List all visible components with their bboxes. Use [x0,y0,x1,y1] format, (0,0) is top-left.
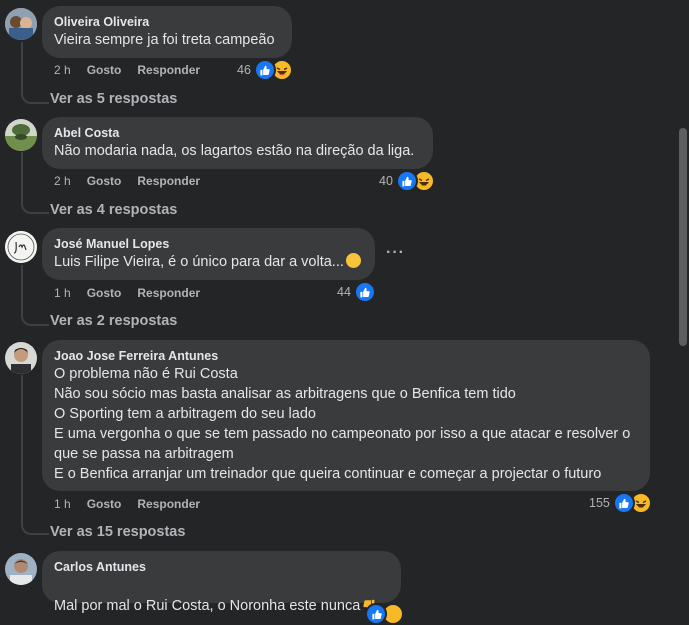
thread-curve [21,88,49,104]
avatar-photo-icon [5,119,37,151]
reaction-count: 46 [237,63,251,77]
thread-line [21,265,23,312]
comment-text-content: Mal por mal o Rui Costa, o Noronha este … [54,598,361,614]
comment-actions: 1 h Gosto Responder [54,285,216,301]
reply-button[interactable]: Responder [137,497,200,511]
comment-bubble: José Manuel Lopes Luis Filipe Vieira, é … [42,228,375,280]
comment-author[interactable]: Carlos Antunes [54,559,389,575]
like-reaction-icon [395,170,418,192]
avatar-monogram-icon [5,231,37,263]
like-reaction-icon [353,281,376,303]
avatar[interactable] [5,231,37,263]
comment-bubble: Abel Costa Não modaria nada, os lagartos… [42,117,433,169]
comment-actions: 2 h Gosto Responder [54,173,216,189]
thread-line [21,152,23,200]
view-replies-link[interactable]: Ver as 5 respostas [50,90,177,108]
reply-button[interactable]: Responder [137,174,200,188]
view-replies-link[interactable]: Ver as 2 respostas [50,312,177,330]
comment-author[interactable]: Abel Costa [54,125,421,141]
like-reaction-icon [253,59,276,81]
like-reaction-icon [612,492,635,514]
thread-curve [21,198,49,214]
avatar-photo-icon [5,342,37,374]
comment-text: Não modaria nada, os lagartos estão na d… [54,143,415,159]
view-replies-link[interactable]: Ver as 4 respostas [50,201,177,219]
comment-text: Luis Filipe Vieira, é o único para dar a… [54,252,363,272]
like-button[interactable]: Gosto [87,174,122,188]
like-button[interactable]: Gosto [87,497,122,511]
comment-time[interactable]: 2 h [54,174,71,188]
comment-time[interactable]: 1 h [54,286,71,300]
avatar[interactable] [5,119,37,151]
avatar[interactable] [5,8,37,40]
like-button[interactable]: Gosto [87,286,122,300]
reaction-summary[interactable]: 44 [337,281,376,303]
like-button[interactable]: Gosto [87,63,122,77]
comment-actions: 2 h Gosto Responder [54,62,216,78]
reaction-summary[interactable]: 155 [589,492,652,514]
reply-button[interactable]: Responder [137,63,200,77]
thread-line [21,375,23,521]
comment-text: Vieira sempre ja foi treta campeão [54,32,275,48]
comment-text-content: Luis Filipe Vieira, é o único para dar a… [54,254,344,270]
comment-author[interactable]: Oliveira Oliveira [54,14,280,30]
reaction-summary[interactable]: 46 [237,59,293,81]
comment-time[interactable]: 2 h [54,63,71,77]
thread-line [21,42,23,90]
thread-curve [21,310,49,326]
reply-button[interactable]: Responder [137,286,200,300]
comment-author[interactable]: Joao Jose Ferreira Antunes [54,348,638,364]
comment-bubble: Oliveira Oliveira Vieira sempre ja foi t… [42,6,292,58]
avatar[interactable] [5,553,37,585]
avatar-photo-icon [5,8,37,40]
reaction-summary[interactable] [365,603,404,625]
comment-text: Mal por mal o Rui Costa, o Noronha este … [54,575,389,616]
view-replies-link[interactable]: Ver as 15 respostas [50,523,185,541]
reaction-count: 40 [379,174,393,188]
more-options-icon[interactable]: ··· [386,244,405,262]
comment-bubble: Joao Jose Ferreira Antunes O problema nã… [42,340,650,491]
avatar[interactable] [5,342,37,374]
like-reaction-icon [365,603,387,625]
reaction-count: 155 [589,496,610,510]
thread-curve [21,519,49,535]
avatar-photo-icon [5,553,37,585]
grimace-emoji-icon [345,253,361,268]
comment-bubble: Carlos Antunes Mal por mal o Rui Costa, … [42,551,401,614]
reaction-summary[interactable]: 40 [379,170,435,192]
comment-actions: 1 h Gosto Responder [54,496,216,512]
comment-author[interactable]: José Manuel Lopes [54,236,363,252]
scrollbar[interactable] [679,128,687,346]
reaction-count: 44 [337,285,351,299]
comment-time[interactable]: 1 h [54,497,71,511]
comment-text: O problema não é Rui Costa Não sou sócio… [54,366,631,482]
